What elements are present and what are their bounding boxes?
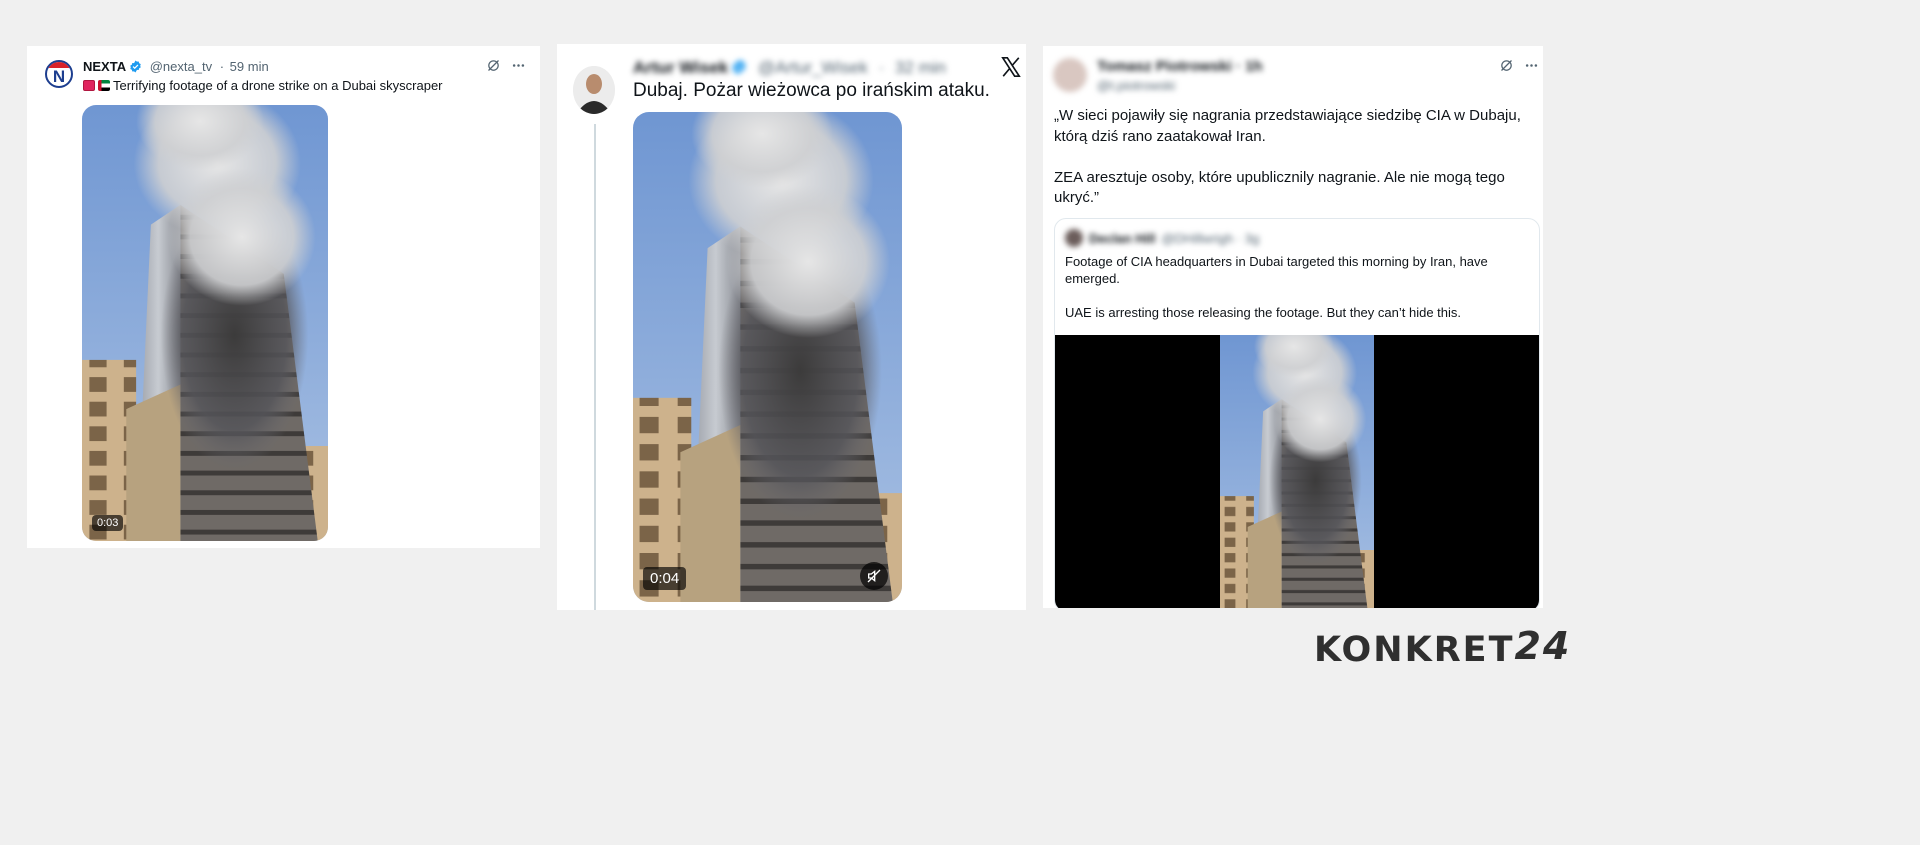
post-text-content: Terrifying footage of a drone strike on … [113, 78, 443, 93]
video-player[interactable]: 0:04 [633, 112, 902, 602]
quoted-paragraph-2: UAE is arresting those releasing the foo… [1065, 305, 1462, 320]
meta-separator: · [878, 58, 885, 77]
uae-flag-emoji [98, 80, 110, 91]
quoted-post[interactable]: Declan Hill @DHillwrigh · 3g Footage of … [1054, 218, 1540, 608]
quoted-post-header: Declan Hill @DHillwrigh · 3g [1065, 229, 1259, 247]
video-duration: 0:03 [92, 515, 124, 531]
video-frame-skyscraper-fire [633, 112, 902, 602]
post-text: Terrifying footage of a drone strike on … [83, 78, 443, 93]
post-card-cia-quote: Tomasz Piotrowski · 1h @t.piotrowski „W … [1043, 46, 1543, 608]
quoted-post-text: Footage of CIA headquarters in Dubai tar… [1065, 253, 1525, 321]
video-player[interactable]: 0:03 [82, 105, 328, 541]
more-icon[interactable] [511, 58, 526, 73]
more-icon[interactable] [1524, 58, 1539, 73]
author-name[interactable]: Tomasz Piotrowski · 1h [1097, 58, 1263, 75]
logo-number: 24 [1514, 624, 1572, 668]
author-name[interactable]: NEXTA [83, 59, 126, 74]
grok-icon[interactable] [486, 58, 501, 73]
quoted-author-handle[interactable]: @DHillwrigh · 3g [1161, 231, 1259, 246]
avatar[interactable] [573, 66, 615, 114]
post-text: „W sieci pojawiły się nagrania przedstaw… [1054, 106, 1534, 209]
meta-separator: · [219, 59, 225, 74]
post-header: Artur Wisek @Artur_Wisek · 32 min [633, 58, 946, 78]
quoted-video-player[interactable] [1055, 335, 1539, 608]
red-badge-emoji [83, 80, 95, 91]
quoted-author-name[interactable]: Declan Hill [1089, 231, 1155, 246]
video-frame-skyscraper-fire [82, 105, 328, 541]
post-paragraph-1: „W sieci pojawiły się nagrania przedstaw… [1054, 107, 1521, 145]
quoted-avatar[interactable] [1065, 229, 1083, 247]
avatar[interactable]: N [45, 60, 73, 88]
video-duration: 0:04 [643, 567, 687, 590]
thread-line [594, 124, 596, 610]
konkret24-logo: KONKRET24 [1314, 626, 1571, 670]
post-time[interactable]: 32 min [895, 58, 946, 77]
x-logo-icon [1000, 56, 1022, 78]
author-name[interactable]: Artur Wisek [633, 58, 728, 77]
author-handle[interactable]: @t.piotrowski [1097, 78, 1175, 93]
quoted-paragraph-1: Footage of CIA headquarters in Dubai tar… [1065, 254, 1488, 286]
post-text: Dubaj. Pożar wieżowca po irańskim ataku. [633, 80, 990, 101]
post-header: NEXTA @nexta_tv · 59 min [83, 59, 269, 74]
author-handle[interactable]: @Artur_Wisek [758, 58, 868, 77]
video-frame-skyscraper-fire [1220, 335, 1374, 608]
verified-badge-icon [731, 59, 747, 75]
post-card-nexta: N NEXTA @nexta_tv · 59 min Terrifying fo… [27, 46, 540, 548]
grok-icon[interactable] [1499, 58, 1514, 73]
logo-text: KONKRET [1314, 630, 1515, 670]
verified-badge-icon [129, 60, 142, 73]
avatar[interactable] [1053, 58, 1087, 92]
post-paragraph-2: ZEA aresztuje osoby, które upublicznily … [1054, 168, 1505, 207]
post-time[interactable]: 59 min [230, 59, 269, 74]
author-handle[interactable]: @nexta_tv [150, 59, 212, 74]
muted-speaker-icon[interactable] [860, 562, 888, 590]
post-card-dubaj: Artur Wisek @Artur_Wisek · 32 min Dubaj.… [557, 44, 1026, 610]
